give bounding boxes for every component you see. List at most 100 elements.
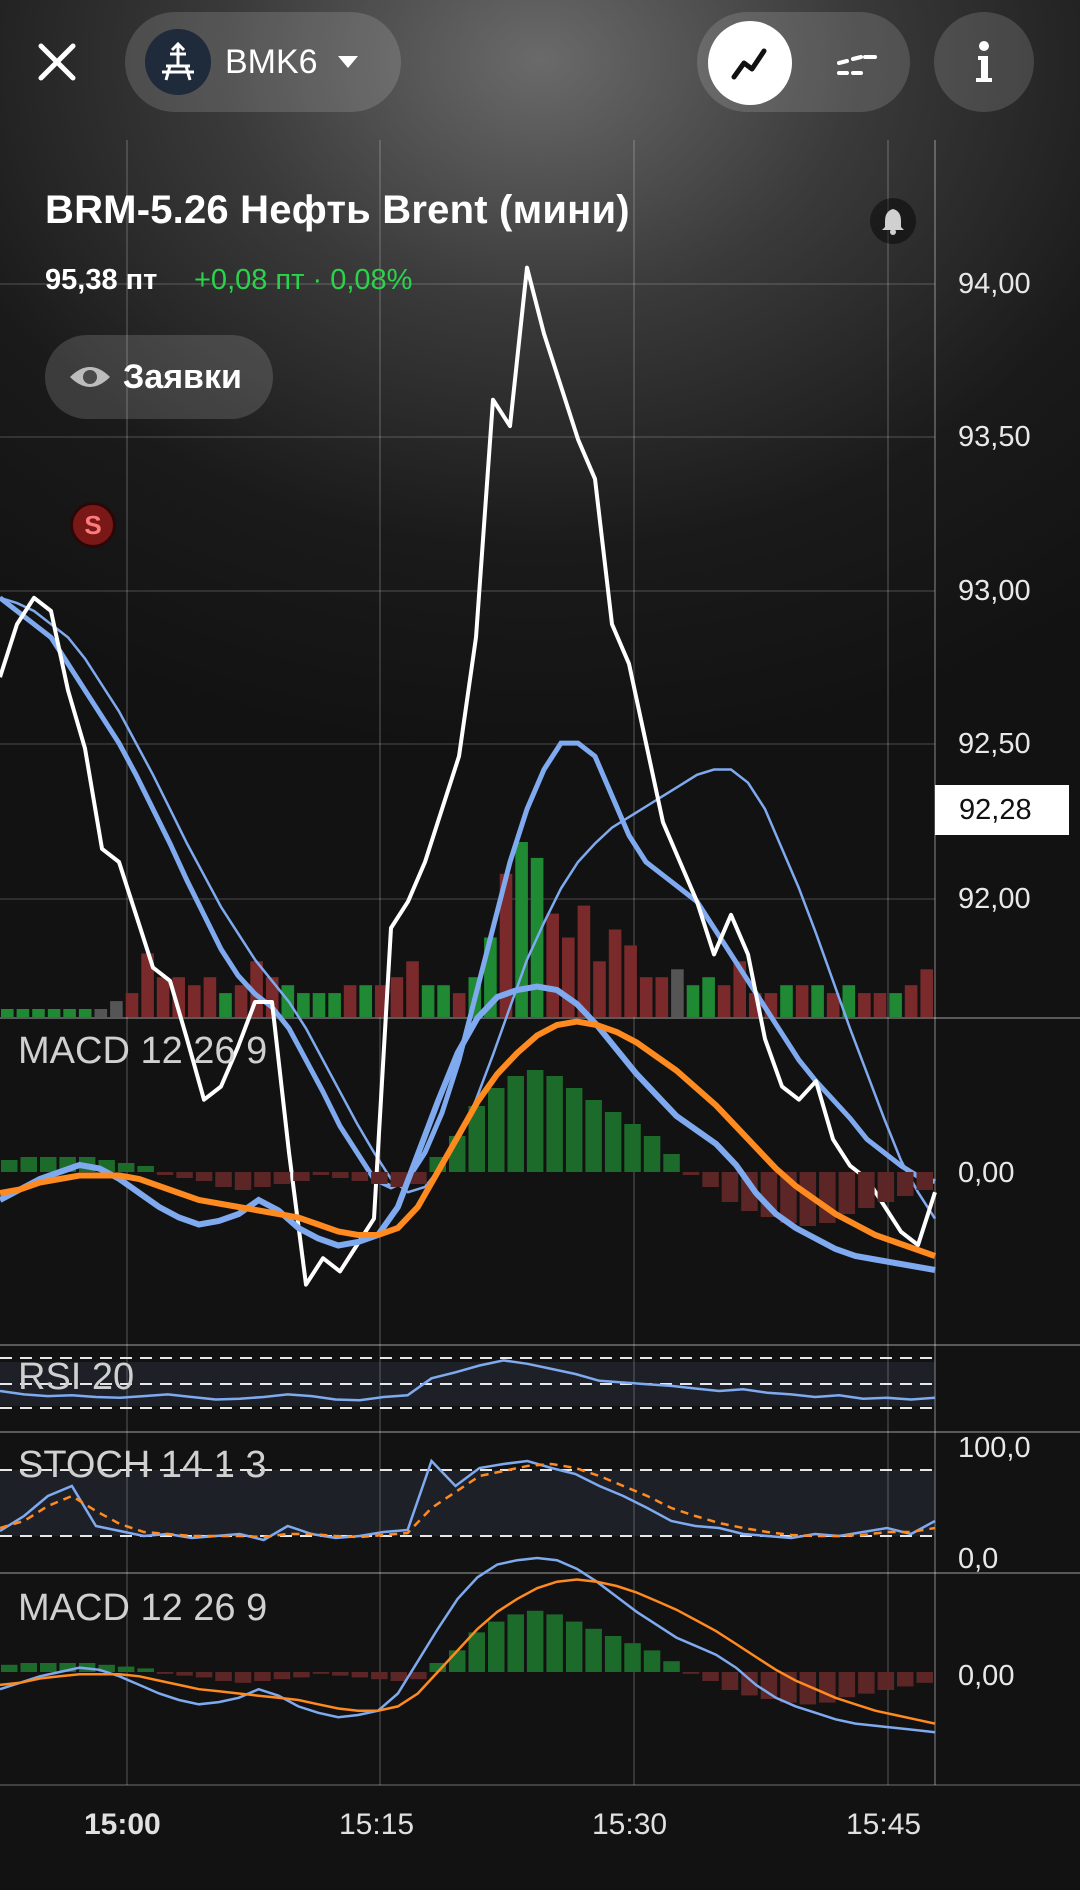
macd-hist-bar — [507, 1076, 524, 1172]
macd-hist-bar — [20, 1663, 37, 1672]
info-icon — [976, 41, 992, 82]
macd-hist-bar — [117, 1163, 135, 1172]
macd-hist-bar — [643, 1650, 661, 1672]
volume-bar — [47, 1009, 61, 1017]
macd-hist-bar — [624, 1643, 641, 1672]
ticker-selector[interactable]: BMK6 — [125, 12, 401, 112]
macd-hist-bar — [624, 1124, 641, 1172]
macd-hist-bar — [234, 1172, 252, 1190]
y-tick-label: 94,00 — [958, 268, 1031, 300]
current-price: 95,38 пт — [45, 264, 158, 296]
macd-hist-bar — [526, 1610, 544, 1672]
volume-bar — [297, 993, 310, 1017]
alert-button[interactable] — [870, 198, 916, 244]
macd-hist-bar — [117, 1666, 135, 1672]
close-button[interactable] — [22, 20, 92, 104]
volume-bar — [203, 977, 217, 1017]
macd-hist-bar — [312, 1672, 330, 1674]
macd-hist-bar — [877, 1172, 895, 1202]
macd-hist-bar — [916, 1672, 933, 1683]
volume-bar — [717, 985, 731, 1017]
macd-hist-bar — [565, 1088, 583, 1172]
volume-bar — [546, 913, 559, 1017]
volume-bar — [889, 993, 902, 1017]
y-tick-label: 92,50 — [958, 728, 1031, 760]
macd-hist-bar — [176, 1672, 193, 1676]
y-tick-label: 92,00 — [958, 883, 1031, 915]
macd-hist-bar — [585, 1100, 602, 1172]
macd-label[interactable]: MACD 12 26 9 — [18, 1030, 267, 1073]
macd-hist-bar — [156, 1172, 174, 1175]
macd-hist-bar — [293, 1172, 310, 1181]
macd-zero-label: 0,00 — [958, 1157, 1015, 1189]
macd-hist-bar — [838, 1172, 856, 1214]
volume-bar — [639, 977, 653, 1017]
macd2-label[interactable]: MACD 12 26 9 — [18, 1587, 267, 1630]
orders-button[interactable]: Заявки — [45, 335, 273, 419]
x-tick-label: 15:15 — [339, 1808, 415, 1841]
volume-bar — [328, 993, 341, 1017]
volume-bar — [1, 1009, 14, 1017]
y-tick-label: 93,00 — [958, 575, 1031, 607]
macd-hist-bar — [273, 1672, 291, 1680]
volume-bar — [32, 1009, 45, 1017]
macd-hist-bar — [546, 1076, 563, 1172]
x-tick-label: 15:30 — [592, 1808, 668, 1841]
volume-bar — [312, 993, 326, 1017]
macd-hist-bar — [663, 1661, 680, 1672]
volume-bar — [94, 1009, 108, 1017]
macd-hist-bar — [702, 1172, 719, 1187]
macd-hist-bar — [137, 1166, 154, 1172]
macd-hist-bar — [468, 1632, 485, 1672]
macd-hist-bar — [234, 1672, 252, 1683]
stoch-label[interactable]: STOCH 14 1 3 — [18, 1444, 267, 1487]
stoch-top-label: 100,0 — [958, 1432, 1031, 1464]
macd-hist-bar — [858, 1172, 875, 1208]
macd-hist-bar — [40, 1663, 57, 1672]
sell-signal-marker[interactable]: S — [70, 502, 116, 548]
oil-rig-icon — [145, 29, 211, 95]
volume-bar — [390, 977, 404, 1017]
macd-hist-bar — [156, 1672, 174, 1674]
volume-bar — [920, 969, 933, 1017]
volume-bar — [452, 993, 466, 1017]
line-chart-mode-button[interactable] — [708, 21, 792, 105]
macd-hist-bar — [702, 1672, 719, 1681]
macd-hist-bar — [760, 1672, 778, 1699]
macd-hist-bar — [643, 1136, 661, 1172]
macd-hist-bar — [877, 1672, 895, 1690]
macd-hist-bar — [663, 1154, 680, 1172]
price-line — [0, 265, 937, 1287]
volume-bar — [655, 977, 669, 1017]
macd-hist-bar — [897, 1172, 914, 1196]
volume-bar — [858, 993, 871, 1017]
volume-bar — [110, 1001, 123, 1017]
macd-hist-bar — [838, 1672, 856, 1698]
chevron-down-icon — [337, 56, 358, 68]
macd-hist-bar — [1, 1664, 18, 1672]
compare-mode-button[interactable] — [815, 21, 899, 105]
macd-hist-bar — [721, 1172, 739, 1202]
y-tick-label: 93,50 — [958, 421, 1031, 453]
volume-bar — [780, 985, 793, 1017]
line-chart-icon — [731, 48, 767, 80]
info-button[interactable] — [934, 12, 1034, 112]
volume-bar — [702, 977, 715, 1017]
compare-lines-icon — [837, 55, 877, 75]
macd-hist-bar — [371, 1172, 388, 1184]
macd-hist-bar — [585, 1628, 602, 1672]
volume-bar — [343, 985, 357, 1017]
macd-hist-bar — [897, 1672, 914, 1687]
macd-hist-bar — [721, 1672, 739, 1690]
price-change: +0,08 пт · 0,08% — [194, 264, 413, 296]
volume-bar — [562, 937, 575, 1017]
macd-hist-bar — [449, 1650, 466, 1672]
macd2-line — [0, 1556, 936, 1734]
macd-hist-bar — [488, 1088, 505, 1172]
macd-hist-bar — [682, 1672, 700, 1674]
macd-hist-bar — [195, 1172, 213, 1181]
volume-bar — [63, 1009, 76, 1017]
macd-hist-bar — [858, 1672, 875, 1694]
rsi-label[interactable]: RSI 20 — [18, 1356, 134, 1399]
volume-bar — [234, 985, 248, 1017]
